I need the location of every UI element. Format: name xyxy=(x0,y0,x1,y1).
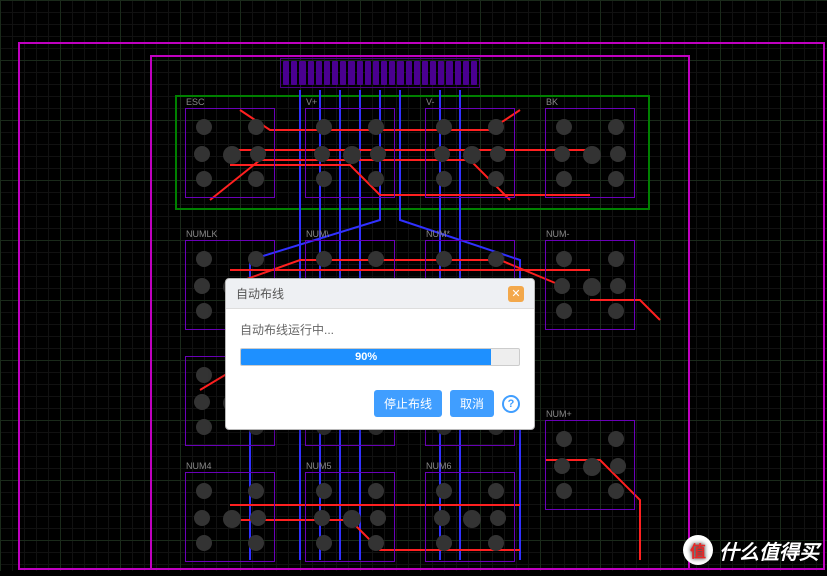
cancel-button[interactable]: 取消 xyxy=(450,390,494,417)
key-footprint: V+ xyxy=(305,108,395,198)
dialog-message: 自动布线运行中... xyxy=(240,321,520,338)
key-footprint: ESC xyxy=(185,108,275,198)
progress-fill: 90% xyxy=(241,349,491,365)
key-label: NUM4 xyxy=(186,461,212,471)
key-footprint: V- xyxy=(425,108,515,198)
help-icon[interactable]: ? xyxy=(502,395,520,413)
key-footprint: BK xyxy=(545,108,635,198)
watermark: 值 什么值得买 xyxy=(683,535,819,565)
watermark-badge: 值 xyxy=(683,535,713,565)
autoroute-dialog: 自动布线 ✕ 自动布线运行中... 90% 停止布线 取消 ? xyxy=(225,278,535,430)
key-label: NUMLK xyxy=(186,229,218,239)
key-label: NUM+ xyxy=(546,409,572,419)
dialog-titlebar[interactable]: 自动布线 ✕ xyxy=(226,279,534,309)
key-label: NUM- xyxy=(546,229,570,239)
dialog-title-text: 自动布线 xyxy=(236,285,284,302)
key-label: NUM\ xyxy=(306,229,329,239)
key-footprint: NUM6 xyxy=(425,472,515,562)
key-footprint: NUM+ xyxy=(545,420,635,510)
key-label: NUM6 xyxy=(426,461,452,471)
key-label: V+ xyxy=(306,97,317,107)
key-label: V- xyxy=(426,97,435,107)
watermark-text: 什么值得买 xyxy=(719,536,819,565)
stop-routing-button[interactable]: 停止布线 xyxy=(374,390,442,417)
key-footprint: NUM4 xyxy=(185,472,275,562)
key-label: ESC xyxy=(186,97,205,107)
progress-bar: 90% xyxy=(240,348,520,366)
dialog-close-button[interactable]: ✕ xyxy=(508,286,524,302)
key-footprint: NUM5 xyxy=(305,472,395,562)
key-label: BK xyxy=(546,97,558,107)
key-label: NUM5 xyxy=(306,461,332,471)
key-footprint: NUM- xyxy=(545,240,635,330)
key-label: NUM* xyxy=(426,229,450,239)
close-icon: ✕ xyxy=(511,287,520,300)
